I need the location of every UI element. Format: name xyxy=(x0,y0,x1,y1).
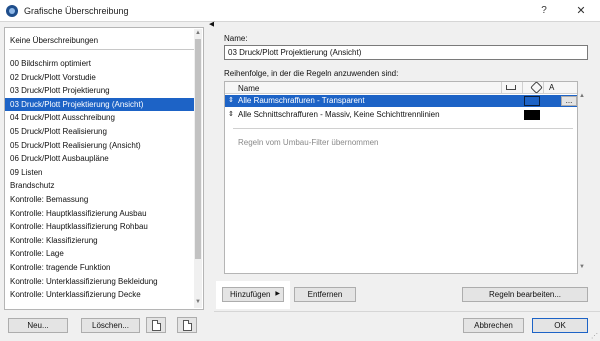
list-item[interactable]: 00 Bildschirm optimiert xyxy=(5,57,196,71)
title-bar: Grafische Überschreibung ? ✕ xyxy=(0,0,600,22)
override-combinations-list-panel: Keine Überschreibungen 00 Bildschirm opt… xyxy=(4,27,204,310)
list-item[interactable]: Kontrolle: Unterklassifizierung Decke xyxy=(5,288,196,302)
line-type-column-icon xyxy=(506,85,516,90)
app-logo-icon xyxy=(6,5,18,17)
edit-rules-button[interactable]: Regeln bearbeiten... xyxy=(462,287,588,302)
list-item[interactable]: 05 Druck/Plott Realisierung xyxy=(5,125,196,139)
window-title: Grafische Überschreibung xyxy=(24,6,129,16)
divider xyxy=(9,49,195,50)
rule-name: Alle Raumschraffuren - Transparent xyxy=(238,96,365,105)
export-button[interactable] xyxy=(177,317,197,333)
delete-button[interactable]: Löschen... xyxy=(81,318,140,333)
fill-color-swatch[interactable] xyxy=(524,96,540,106)
rules-table: Name A ⇕ Alle Raumschraffuren - Transpar… xyxy=(224,81,578,274)
export-document-icon xyxy=(183,320,192,331)
name-label: Name: xyxy=(224,34,248,43)
rule-row-room-hatches[interactable]: ⇕ Alle Raumschraffuren - Transparent ... xyxy=(225,95,577,107)
list-item[interactable]: Kontrolle: Bemassung xyxy=(5,193,196,207)
fill-column-icon xyxy=(530,81,543,94)
list-item[interactable]: Kontrolle: Unterklassifizierung Bekleidu… xyxy=(5,275,196,289)
add-rule-button[interactable]: Hinzufügen ▶ xyxy=(222,287,284,302)
name-column-header: Name xyxy=(238,84,260,93)
add-rule-label: Hinzufügen xyxy=(230,290,271,299)
fill-color-swatch[interactable] xyxy=(524,110,540,120)
list-item[interactable]: Kontrolle: tragende Funktion xyxy=(5,261,196,275)
divider xyxy=(214,311,600,312)
list-item[interactable]: 02 Druck/Plott Vorstudie xyxy=(5,71,196,85)
rule-row-section-hatches[interactable]: ⇕ Alle Schnittschraffuren - Massiv, Kein… xyxy=(225,109,577,121)
scroll-down-arrow-icon[interactable]: ▼ xyxy=(578,264,586,270)
list-item[interactable]: 03 Druck/Plott Projektierung (Ansicht) xyxy=(5,97,196,112)
renovation-filter-rules-option[interactable]: Regeln vom Umbau-Filter übernommen xyxy=(238,138,379,147)
list-item-no-overrides[interactable]: Keine Überschreibungen xyxy=(10,36,98,45)
divider xyxy=(233,128,573,129)
list-item[interactable]: 06 Druck/Plott Ausbaupläne xyxy=(5,152,196,166)
pen-column-icon: A xyxy=(549,83,555,92)
rule-edit-button[interactable]: ... xyxy=(561,96,577,106)
remove-rule-button[interactable]: Entfernen xyxy=(294,287,356,302)
list-item[interactable]: Kontrolle: Hauptklassifizierung Ausbau xyxy=(5,207,196,221)
close-button[interactable]: ✕ xyxy=(574,4,588,18)
list-item[interactable]: Kontrolle: Hauptklassifizierung Rohbau xyxy=(5,220,196,234)
list-item[interactable]: 03 Druck/Plott Projektierung xyxy=(5,84,196,98)
list-item[interactable]: Brandschutz xyxy=(5,179,196,193)
rule-name: Alle Schnittschraffuren - Massiv, Keine … xyxy=(238,110,440,119)
rules-table-header: Name A xyxy=(225,81,577,94)
drag-handle-icon[interactable]: ⇕ xyxy=(228,95,234,107)
cancel-button[interactable]: Abbrechen xyxy=(463,318,524,333)
rule-order-label: Reihenfolge, in der die Regeln anzuwende… xyxy=(224,69,399,78)
column-divider xyxy=(543,82,544,94)
column-divider xyxy=(501,82,502,94)
list-item[interactable]: 05 Druck/Plott Realisierung (Ansicht) xyxy=(5,139,196,153)
new-button[interactable]: Neu... xyxy=(8,318,68,333)
list-item[interactable]: 04 Druck/Plott Ausschreibung xyxy=(5,111,196,125)
import-document-icon xyxy=(152,320,161,331)
override-list: 00 Bildschirm optimiert 02 Druck/Plott Vo… xyxy=(5,57,196,302)
scroll-down-arrow-icon[interactable]: ▼ xyxy=(194,299,202,305)
list-scrollbar[interactable]: ▲ ▼ xyxy=(194,29,202,308)
help-button[interactable]: ? xyxy=(537,4,551,18)
list-item[interactable]: Kontrolle: Lage xyxy=(5,247,196,261)
rules-scrollbar[interactable]: ▲ ▼ xyxy=(578,81,586,274)
scroll-thumb[interactable] xyxy=(195,39,201,259)
list-item[interactable]: Kontrolle: Klassifizierung xyxy=(5,234,196,248)
import-button[interactable] xyxy=(146,317,166,333)
dropdown-arrow-icon: ▶ xyxy=(275,291,280,297)
scroll-up-arrow-icon[interactable]: ▲ xyxy=(194,30,202,36)
scroll-up-arrow-icon[interactable]: ▲ xyxy=(578,93,586,99)
resize-grip-icon[interactable]: ⋰ xyxy=(591,332,598,340)
ok-button[interactable]: OK xyxy=(532,318,588,333)
column-divider xyxy=(522,82,523,94)
list-item[interactable]: 09 Listen xyxy=(5,166,196,180)
name-field[interactable]: 03 Druck/Plott Projektierung (Ansicht) xyxy=(224,45,588,60)
drag-handle-icon[interactable]: ⇕ xyxy=(228,109,234,121)
